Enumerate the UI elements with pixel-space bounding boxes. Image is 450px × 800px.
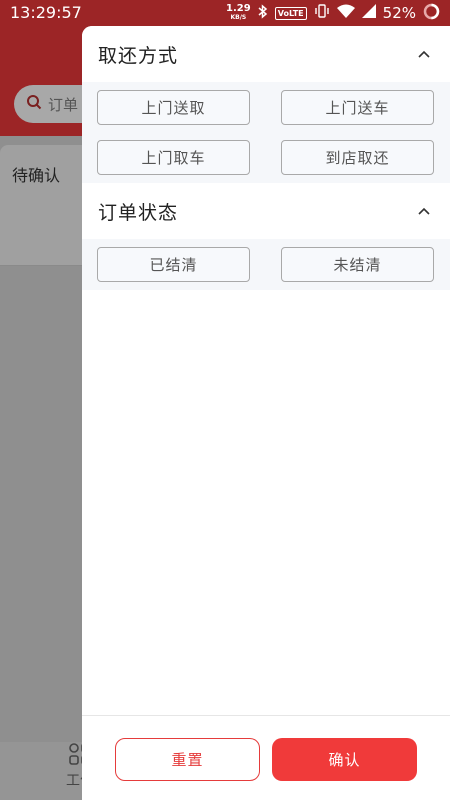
- battery-percent: 52%: [382, 4, 416, 22]
- status-icons: 1.29 KB/S VoLTE 52%: [226, 2, 440, 24]
- search-placeholder: 订单: [48, 95, 79, 114]
- filter-drawer: 取还方式 上门送取 上门送车 上门取车 到店取还 订单状态 已结清 未结清 重置…: [82, 26, 450, 800]
- network-speed-value: 1.29: [226, 3, 251, 14]
- drawer-footer: 重置 确认: [82, 715, 450, 800]
- option-settled[interactable]: 已结清: [97, 247, 250, 282]
- wifi-icon: [336, 4, 355, 22]
- battery-ring-icon: [423, 3, 440, 24]
- option-door-delivery[interactable]: 上门送车: [281, 90, 434, 125]
- section-header-pickup-method[interactable]: 取还方式: [82, 26, 450, 82]
- section-header-order-status[interactable]: 订单状态: [82, 183, 450, 239]
- search-icon: [26, 94, 42, 114]
- reset-button[interactable]: 重置: [115, 738, 260, 781]
- signal-icon: [361, 4, 376, 22]
- network-speed-unit: KB/S: [230, 14, 247, 21]
- network-speed: 1.29 KB/S: [226, 4, 251, 22]
- option-door-pickup[interactable]: 上门取车: [97, 140, 250, 175]
- options-order-status: 已结清 未结清: [82, 239, 450, 290]
- vibrate-icon: [314, 4, 330, 22]
- bluetooth-icon: [258, 3, 268, 23]
- screen: 13:29:57 1.29 KB/S VoLTE 52% 订单 待确认 工作 取…: [0, 0, 450, 800]
- options-pickup-method: 上门送取 上门送车 上门取车 到店取还: [82, 82, 450, 183]
- status-time: 13:29:57: [10, 3, 82, 22]
- confirm-button[interactable]: 确认: [272, 738, 417, 781]
- option-store-pickup-return[interactable]: 到店取还: [281, 140, 434, 175]
- chevron-up-icon[interactable]: [414, 44, 434, 64]
- background-tab-pending: 待确认: [12, 166, 61, 185]
- chevron-up-icon[interactable]: [414, 201, 434, 221]
- volte-badge: VoLTE: [274, 6, 307, 20]
- status-bar: 13:29:57 1.29 KB/S VoLTE 52%: [0, 0, 450, 26]
- option-door-delivery-pickup[interactable]: 上门送取: [97, 90, 250, 125]
- section-title-pickup-method: 取还方式: [98, 44, 179, 67]
- option-unsettled[interactable]: 未结清: [281, 247, 434, 282]
- section-title-order-status: 订单状态: [98, 201, 179, 224]
